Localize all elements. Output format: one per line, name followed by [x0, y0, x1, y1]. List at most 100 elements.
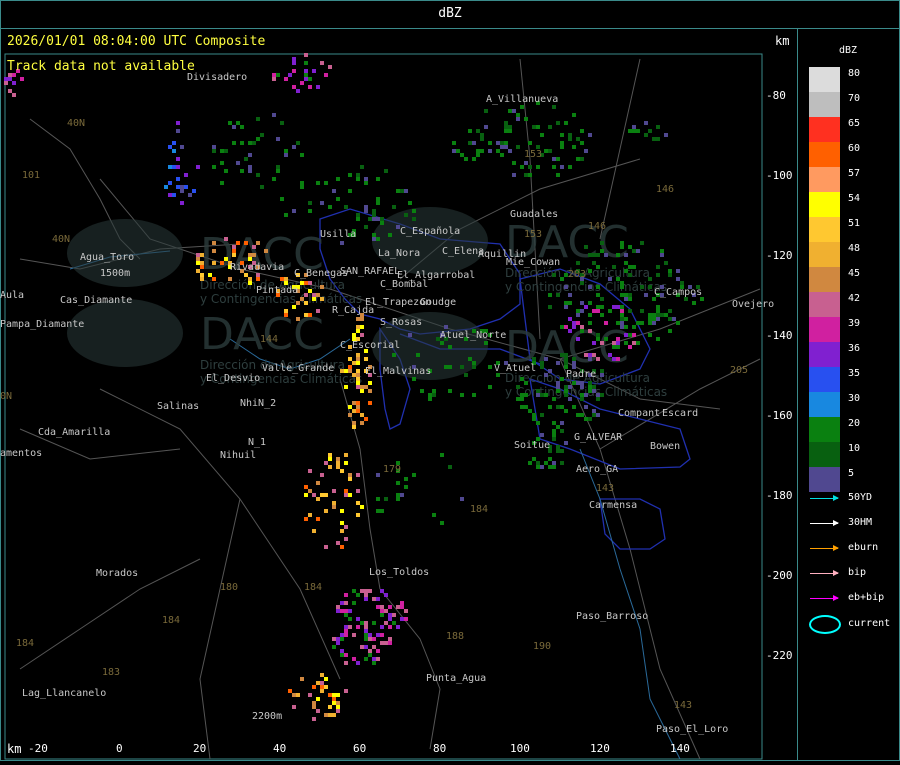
- echo-pixel: [572, 325, 576, 329]
- echo-pixel: [316, 709, 320, 713]
- legend-swatch-label: 35: [848, 368, 861, 379]
- echo-pixel: [292, 145, 296, 149]
- echo-pixel: [656, 273, 660, 277]
- place-label: Cda_Amarilla: [38, 427, 111, 438]
- echo-pixel: [356, 625, 360, 629]
- current-label: current: [848, 618, 891, 629]
- echo-pixel: [580, 281, 584, 285]
- echo-pixel: [356, 405, 360, 409]
- echo-pixel: [248, 153, 252, 157]
- echo-pixel: [308, 209, 312, 213]
- x-tick-label: 80: [433, 742, 447, 755]
- echo-pixel: [348, 369, 352, 373]
- echo-pixel: [624, 317, 628, 321]
- echo-pixel: [320, 673, 324, 677]
- echo-pixel: [384, 497, 388, 501]
- echo-pixel: [452, 149, 456, 153]
- echo-pixel: [548, 305, 552, 309]
- echo-pixel: [344, 461, 348, 465]
- echo-pixel: [596, 333, 600, 337]
- echo-pixel: [244, 157, 248, 161]
- echo-pixel: [576, 137, 580, 141]
- echo-pixel: [284, 313, 288, 317]
- echo-pixel: [548, 465, 552, 469]
- echo-pixel: [212, 145, 216, 149]
- echo-pixel: [548, 369, 552, 373]
- echo-pixel: [580, 301, 584, 305]
- echo-pixel: [348, 493, 352, 497]
- echo-pixel: [524, 405, 528, 409]
- echo-pixel: [536, 389, 540, 393]
- echo-pixel: [532, 413, 536, 417]
- echo-pixel: [548, 125, 552, 129]
- x-tick-label: 140: [670, 742, 690, 755]
- echo-pixel: [592, 261, 596, 265]
- echo-pixel: [320, 689, 324, 693]
- echo-pixel: [504, 141, 508, 145]
- echo-pixel: [320, 493, 324, 497]
- echo-pixel: [532, 357, 536, 361]
- echo-pixel: [612, 357, 616, 361]
- echo-pixel: [512, 109, 516, 113]
- echo-pixel: [364, 357, 368, 361]
- echo-pixel: [368, 633, 372, 637]
- echo-pixel: [508, 125, 512, 129]
- echo-pixel: [552, 105, 556, 109]
- x-tick-label: 20: [193, 742, 207, 755]
- echo-pixel: [612, 341, 616, 345]
- echo-pixel: [440, 521, 444, 525]
- echo-pixel: [404, 485, 408, 489]
- echo-pixel: [584, 353, 588, 357]
- echo-pixel: [336, 693, 340, 697]
- place-label: Carmensa: [589, 500, 638, 511]
- echo-pixel: [240, 169, 244, 173]
- echo-pixel: [520, 393, 524, 397]
- echo-pixel: [300, 281, 304, 285]
- echo-pixel: [444, 325, 448, 329]
- echo-pixel: [660, 313, 664, 317]
- echo-pixel: [476, 129, 480, 133]
- echo-pixel: [280, 121, 284, 125]
- echo-pixel: [212, 249, 216, 253]
- place-label: Paso_El_Loro: [656, 724, 729, 735]
- window-title: dBZ: [0, 0, 900, 29]
- echo-pixel: [668, 329, 672, 333]
- route-number: 190: [533, 641, 552, 652]
- echo-pixel: [508, 129, 512, 133]
- echo-pixel: [620, 241, 624, 245]
- legend-swatch-label: 48: [848, 243, 861, 254]
- echo-pixel: [600, 305, 604, 309]
- echo-pixel: [596, 397, 600, 401]
- echo-pixel: [564, 285, 568, 289]
- echo-pixel: [592, 409, 596, 413]
- echo-pixel: [440, 341, 444, 345]
- echo-pixel: [588, 133, 592, 137]
- echo-pixel: [600, 393, 604, 397]
- radar-map[interactable]: DACC Dirección de Agricultura y Contingenc…: [0, 29, 797, 761]
- x-tick-label: 100: [510, 742, 530, 755]
- echo-pixel: [372, 233, 376, 237]
- echo-pixel: [284, 77, 288, 81]
- echo-pixel: [304, 69, 308, 73]
- echo-pixel: [636, 129, 640, 133]
- echo-pixel: [524, 381, 528, 385]
- echo-pixel: [500, 153, 504, 157]
- echo-pixel: [564, 357, 568, 361]
- echo-pixel: [388, 617, 392, 621]
- echo-pixel: [352, 425, 356, 429]
- echo-pixel: [468, 129, 472, 133]
- echo-pixel: [636, 249, 640, 253]
- echo-pixel: [656, 309, 660, 313]
- echo-pixel: [348, 625, 352, 629]
- map-canvas[interactable]: DACCDirección de Agriculturay Contingenc…: [0, 29, 797, 761]
- place-label: Padre: [566, 369, 597, 380]
- echo-pixel: [376, 201, 380, 205]
- echo-pixel: [316, 497, 320, 501]
- echo-pixel: [580, 385, 584, 389]
- echo-pixel: [460, 153, 464, 157]
- echo-pixel: [516, 117, 520, 121]
- echo-pixel: [580, 157, 584, 161]
- route-number: 153: [524, 229, 543, 240]
- echo-pixel: [352, 409, 356, 413]
- echo-pixel: [348, 173, 352, 177]
